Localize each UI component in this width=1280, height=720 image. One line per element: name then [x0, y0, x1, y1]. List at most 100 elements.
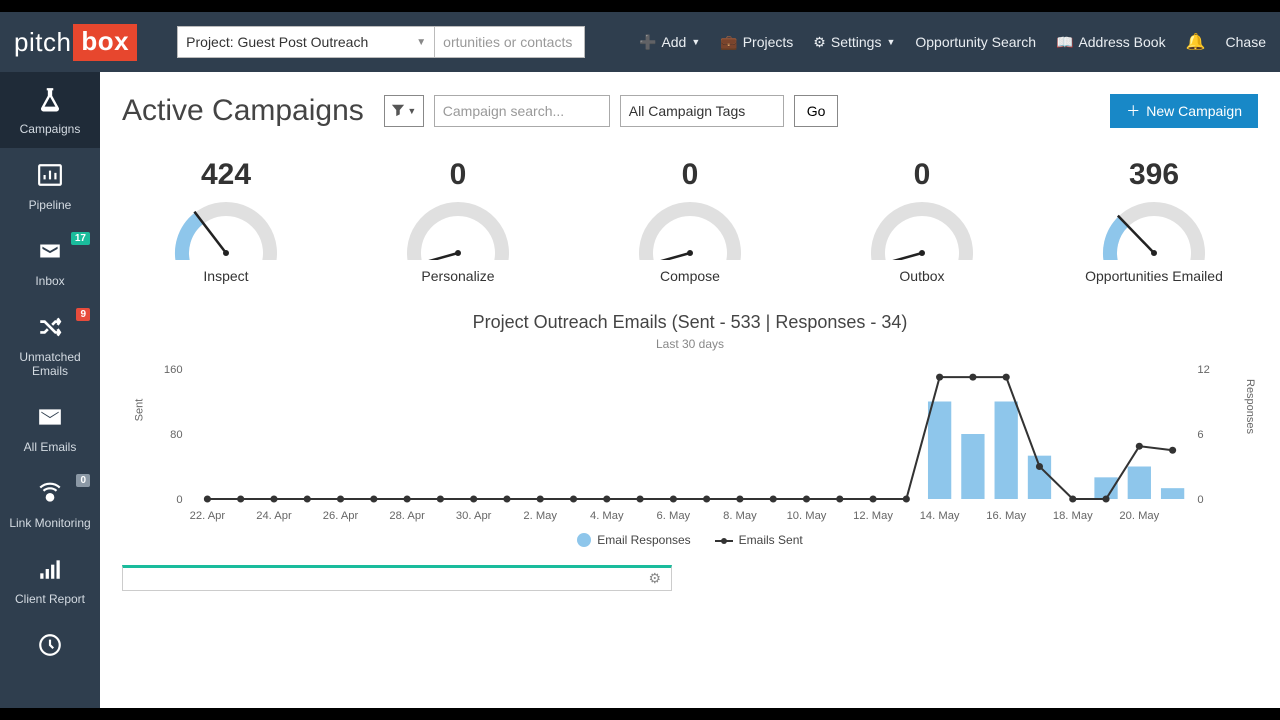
svg-text:0: 0 [1197, 494, 1203, 506]
chart-section: Project Outreach Emails (Sent - 533 | Re… [100, 292, 1280, 547]
gauge-label: Compose [660, 268, 720, 284]
svg-text:4. May: 4. May [590, 510, 624, 522]
svg-text:6. May: 6. May [657, 510, 691, 522]
svg-text:12. May: 12. May [853, 510, 893, 522]
plus-icon: ＋ [1126, 101, 1140, 121]
filter-button[interactable]: ▼ [384, 95, 424, 127]
briefcase-icon: 💼 [720, 34, 737, 51]
project-select-label: Project: Guest Post Outreach [186, 34, 368, 50]
inbox-badge: 17 [71, 232, 90, 245]
sidebar-item-dashboard[interactable] [0, 618, 100, 680]
svg-text:160: 160 [164, 364, 183, 376]
svg-text:16. May: 16. May [986, 510, 1026, 522]
sidebar-label: Pipeline [29, 198, 72, 212]
svg-text:12: 12 [1197, 364, 1209, 376]
new-campaign-button[interactable]: ＋ New Campaign [1110, 94, 1258, 128]
header-row: Active Campaigns ▼ All Campaign Tags Go … [100, 72, 1280, 134]
project-select[interactable]: Project: Guest Post Outreach ▼ [177, 26, 435, 58]
sidebar-label: Client Report [15, 592, 85, 606]
gauge-label: Outbox [899, 268, 944, 284]
add-menu[interactable]: ➕ Add ▼ [639, 34, 700, 51]
sidebar-item-pipeline[interactable]: Pipeline [0, 148, 100, 224]
chart-area: Sent Responses 080160061222. Apr24. Apr2… [150, 359, 1230, 529]
logo-text-1: pitch [14, 27, 71, 58]
svg-text:30. Apr: 30. Apr [456, 510, 492, 522]
gauge-value: 424 [201, 158, 251, 192]
sidebar-item-inbox[interactable]: 17 Inbox [0, 224, 100, 300]
sidebar-label: All Emails [24, 440, 77, 454]
chevron-down-icon: ▼ [691, 37, 700, 47]
svg-text:28. Apr: 28. Apr [389, 510, 425, 522]
link-mon-badge: 0 [76, 474, 90, 487]
gauge-value: 0 [914, 158, 931, 192]
logo[interactable]: pitch box [14, 24, 137, 61]
user-menu[interactable]: Chase [1226, 34, 1266, 50]
signal-icon [37, 556, 63, 586]
gauges-row: 424 Inspect0 Personalize0 Compose0 Outbo… [100, 134, 1280, 292]
main-content: Active Campaigns ▼ All Campaign Tags Go … [100, 72, 1280, 708]
top-nav: ➕ Add ▼ 💼 Projects ⚙ Settings ▼ Opportun… [639, 32, 1266, 52]
svg-text:14. May: 14. May [920, 510, 960, 522]
chevron-down-icon: ▼ [416, 37, 426, 48]
svg-text:80: 80 [170, 429, 182, 441]
svg-text:22. Apr: 22. Apr [190, 510, 226, 522]
sidebar-item-client-report[interactable]: Client Report [0, 542, 100, 618]
satellite-icon [37, 480, 63, 510]
global-search-input[interactable] [435, 26, 585, 58]
inbox-icon [37, 238, 63, 268]
logo-text-2: box [73, 24, 137, 61]
swatch-icon [715, 535, 733, 545]
gauge-opportunities-emailed[interactable]: 396 Opportunities Emailed [1054, 158, 1254, 284]
svg-text:6: 6 [1197, 429, 1203, 441]
campaign-card[interactable] [122, 565, 672, 591]
book-icon: 📖 [1056, 34, 1073, 51]
swatch-icon [577, 533, 591, 547]
sidebar-item-unmatched[interactable]: 9 Unmatched Emails [0, 300, 100, 390]
gauge-outbox[interactable]: 0 Outbox [822, 158, 1022, 284]
gauge-personalize[interactable]: 0 Personalize [358, 158, 558, 284]
opportunity-search-link[interactable]: Opportunity Search [915, 34, 1036, 50]
gauge-label: Opportunities Emailed [1085, 268, 1223, 284]
gauge-label: Personalize [421, 268, 494, 284]
svg-text:0: 0 [176, 494, 182, 506]
svg-text:8. May: 8. May [723, 510, 757, 522]
svg-text:10. May: 10. May [787, 510, 827, 522]
gauge-inspect[interactable]: 424 Inspect [126, 158, 326, 284]
unmatched-badge: 9 [76, 308, 90, 321]
bar-chart-icon [37, 162, 63, 192]
campaign-search-input[interactable] [434, 95, 610, 127]
sidebar-item-link-monitoring[interactable]: 0 Link Monitoring [0, 466, 100, 542]
sidebar-item-campaigns[interactable]: Campaigns [0, 72, 100, 148]
gauge-label: Inspect [203, 268, 248, 284]
gauge-value: 0 [450, 158, 467, 192]
shuffle-icon [37, 314, 63, 344]
flask-icon [37, 86, 63, 116]
go-button[interactable]: Go [794, 95, 839, 127]
envelope-icon [37, 404, 63, 434]
tag-select[interactable]: All Campaign Tags [620, 95, 784, 127]
sidebar-label: Inbox [35, 274, 64, 288]
page-title: Active Campaigns [122, 94, 364, 128]
chart-legend: Email Responses Emails Sent [130, 533, 1250, 547]
svg-text:18. May: 18. May [1053, 510, 1093, 522]
notifications-icon[interactable]: 🔔 [1186, 32, 1206, 52]
sidebar-label: Unmatched Emails [4, 350, 96, 378]
left-axis-label: Sent [133, 399, 145, 422]
sidebar: Campaigns Pipeline 17 Inbox 9 Unmatched … [0, 72, 100, 708]
settings-menu[interactable]: ⚙ Settings ▼ [813, 34, 895, 51]
gauge-compose[interactable]: 0 Compose [590, 158, 790, 284]
address-book-link[interactable]: 📖 Address Book [1056, 34, 1166, 51]
sidebar-label: Link Monitoring [9, 516, 90, 530]
topbar: pitch box Project: Guest Post Outreach ▼… [0, 12, 1280, 72]
legend-responses[interactable]: Email Responses [577, 533, 690, 547]
legend-sent[interactable]: Emails Sent [715, 533, 803, 547]
projects-link[interactable]: 💼 Projects [720, 34, 793, 51]
gear-icon: ⚙ [813, 34, 826, 51]
svg-text:26. Apr: 26. Apr [323, 510, 359, 522]
filter-icon [391, 103, 405, 120]
dashboard-icon [37, 632, 63, 662]
chart-subtitle: Last 30 days [130, 337, 1250, 351]
sidebar-item-all-emails[interactable]: All Emails [0, 390, 100, 466]
sidebar-label: Campaigns [20, 122, 81, 136]
svg-text:20. May: 20. May [1119, 510, 1159, 522]
